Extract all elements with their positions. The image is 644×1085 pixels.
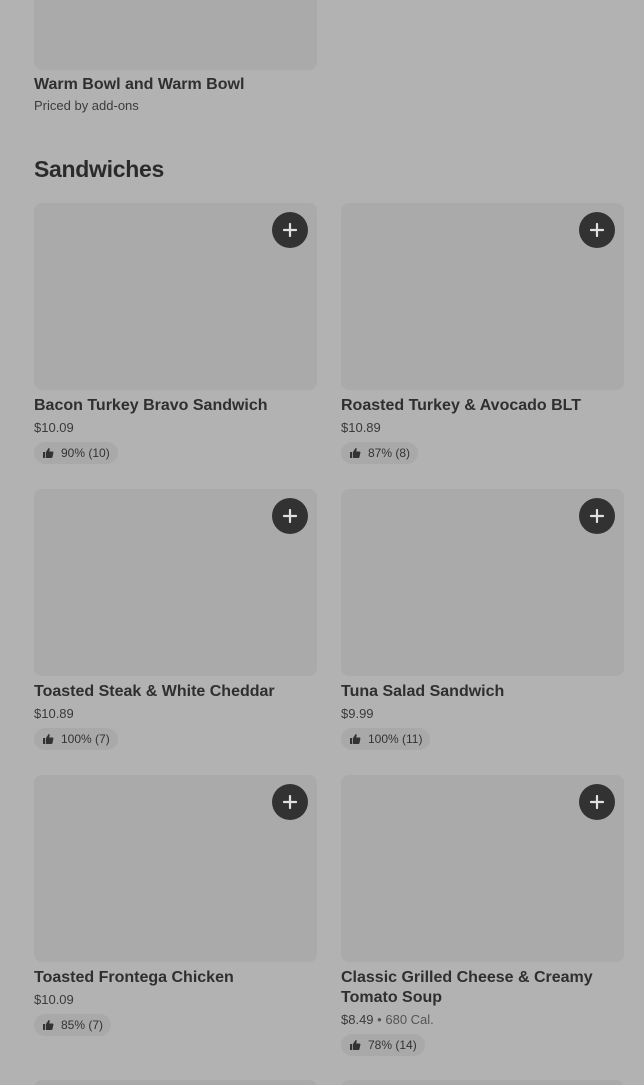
item-image bbox=[34, 489, 317, 676]
item-calories: 680 Cal. bbox=[385, 1012, 434, 1027]
item-title: Classic Grilled Cheese & Creamy Tomato S… bbox=[341, 969, 593, 1006]
section-title: Sandwiches bbox=[34, 156, 164, 182]
menu-item-card[interactable]: Toasted Frontega Chicken $10.09 85% (7) bbox=[34, 775, 317, 1036]
item-price: $8.49 • 680 Cal. bbox=[341, 1012, 624, 1028]
item-image bbox=[34, 203, 317, 390]
rating-text: 85% (7) bbox=[61, 1018, 104, 1032]
thumbs-up-icon bbox=[350, 734, 361, 744]
thumbs-up-icon bbox=[43, 734, 54, 744]
menu-item-card[interactable]: Tuna Salad Sandwich $9.99 100% (11) bbox=[341, 489, 624, 750]
add-item-button[interactable] bbox=[272, 784, 308, 820]
add-item-button[interactable] bbox=[579, 784, 615, 820]
item-price: $10.89 bbox=[341, 420, 381, 435]
menu-item-card[interactable]: Toasted Steak & White Cheddar $10.89 100… bbox=[34, 489, 317, 750]
item-image bbox=[341, 203, 624, 390]
rating-badge: 87% (8) bbox=[341, 442, 419, 464]
item-price: $10.09 bbox=[34, 420, 74, 435]
menu-item-card[interactable]: Classic Grilled Cheese & Creamy Tomato S… bbox=[341, 775, 624, 1056]
item-title: Tuna Salad Sandwich bbox=[341, 683, 505, 700]
price-value: $8.49 bbox=[341, 1012, 374, 1027]
thumbs-up-icon bbox=[43, 1020, 54, 1030]
item-price: $10.09 bbox=[34, 992, 74, 1007]
rating-text: 87% (8) bbox=[368, 446, 411, 460]
rating-text: 78% (14) bbox=[368, 1038, 417, 1052]
item-image bbox=[34, 775, 317, 962]
separator: • bbox=[377, 1012, 382, 1027]
rating-badge: 85% (7) bbox=[34, 1014, 112, 1036]
rating-text: 100% (7) bbox=[61, 732, 110, 746]
item-image bbox=[341, 489, 624, 676]
thumbs-up-icon bbox=[350, 448, 361, 458]
plus-icon bbox=[283, 509, 297, 523]
item-image bbox=[341, 1080, 624, 1085]
rating-text: 90% (10) bbox=[61, 446, 110, 460]
item-subtitle: Priced by add-ons bbox=[34, 98, 139, 113]
menu-page: Warm Bowl and Warm Bowl Priced by add-on… bbox=[0, 0, 644, 1085]
item-image bbox=[341, 775, 624, 962]
add-item-button[interactable] bbox=[579, 212, 615, 248]
item-title: Bacon Turkey Bravo Sandwich bbox=[34, 397, 268, 414]
plus-icon bbox=[590, 509, 604, 523]
rating-badge: 78% (14) bbox=[341, 1034, 425, 1056]
item-title: Roasted Turkey & Avocado BLT bbox=[341, 397, 582, 414]
menu-item-card[interactable]: Bacon Turkey Bravo Sandwich $10.09 90% (… bbox=[34, 203, 317, 464]
thumbs-up-icon bbox=[43, 448, 54, 458]
item-image bbox=[34, 1080, 317, 1085]
rating-badge: 100% (7) bbox=[34, 728, 118, 750]
add-item-button[interactable] bbox=[579, 498, 615, 534]
rating-badge: 90% (10) bbox=[34, 442, 118, 464]
item-price: $9.99 bbox=[341, 706, 374, 721]
rating-text: 100% (11) bbox=[368, 732, 423, 746]
add-item-button[interactable] bbox=[272, 498, 308, 534]
plus-icon bbox=[283, 223, 297, 237]
menu-item-card[interactable]: Warm Bowl and Warm Bowl Priced by add-on… bbox=[34, 0, 317, 114]
item-title: Toasted Steak & White Cheddar bbox=[34, 683, 275, 700]
item-title: Toasted Frontega Chicken bbox=[34, 969, 234, 986]
item-price: $10.89 bbox=[34, 706, 74, 721]
rating-badge: 100% (11) bbox=[341, 728, 431, 750]
thumbs-up-icon bbox=[350, 1040, 361, 1050]
item-image bbox=[34, 0, 317, 70]
menu-item-card[interactable]: Roasted Turkey & Avocado BLT $10.89 87% … bbox=[341, 203, 624, 464]
plus-icon bbox=[590, 223, 604, 237]
plus-icon bbox=[283, 795, 297, 809]
plus-icon bbox=[590, 795, 604, 809]
item-title: Warm Bowl and Warm Bowl bbox=[34, 76, 245, 93]
add-item-button[interactable] bbox=[272, 212, 308, 248]
